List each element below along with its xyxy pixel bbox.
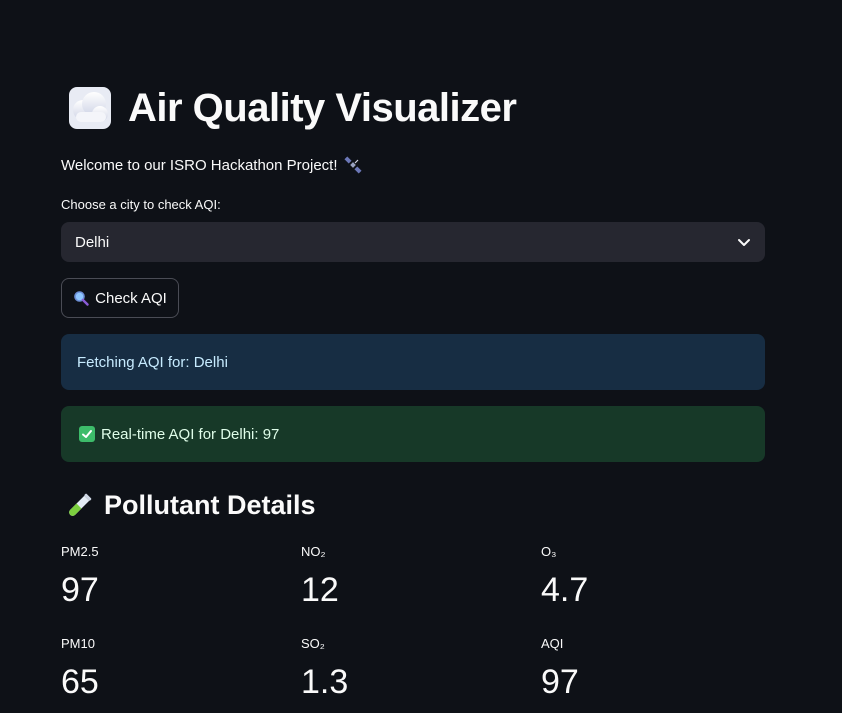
metric-label: AQI (541, 636, 564, 651)
satellite-icon (343, 156, 362, 174)
metric-label: PM10 (61, 636, 95, 651)
metric-label: SO₂ (301, 636, 325, 651)
pollutant-details-title: Pollutant Details (104, 490, 316, 520)
metric-value: 1.3 (301, 663, 349, 701)
metric-value: 97 (541, 663, 579, 701)
magnifier-icon (73, 290, 89, 306)
metric-value: 4.7 (541, 571, 589, 609)
metric-o3: O₃ 4.7 (541, 544, 761, 610)
metric-pm25: PM2.5 97 (61, 544, 281, 610)
success-alert: Real-time AQI for Delhi: 97 (61, 406, 765, 462)
info-alert: Fetching AQI for: Delhi (61, 334, 765, 390)
metric-value: 97 (61, 571, 99, 609)
test-tube-icon (64, 491, 94, 521)
page-title: Air Quality Visualizer (128, 85, 517, 130)
metric-value: 65 (61, 663, 99, 701)
chevron-down-icon (737, 235, 751, 249)
welcome-text-row: Welcome to our ISRO Hackathon Project! (61, 156, 362, 174)
city-select-value: Delhi (75, 233, 110, 251)
success-alert-text: Real-time AQI for Delhi: 97 (101, 425, 280, 443)
metric-label: PM2.5 (61, 544, 99, 559)
pollutant-header-row: Pollutant Details (64, 490, 316, 521)
metric-label: NO₂ (301, 544, 326, 559)
metric-pm10: PM10 65 (61, 636, 281, 702)
metric-no2: NO₂ 12 (301, 544, 521, 610)
app-page: Air Quality Visualizer Welcome to our IS… (0, 0, 842, 713)
info-alert-text: Fetching AQI for: Delhi (77, 353, 228, 371)
title-row: Air Quality Visualizer (66, 84, 517, 132)
metric-value: 12 (301, 571, 339, 609)
metric-so2: SO₂ 1.3 (301, 636, 521, 702)
city-select[interactable]: Delhi (61, 222, 765, 262)
check-aqi-button-label: Check AQI (95, 289, 167, 307)
cloud-icon (66, 84, 114, 132)
metric-aqi: AQI 97 (541, 636, 761, 702)
city-select-label: Choose a city to check AQI: (61, 197, 221, 212)
welcome-text: Welcome to our ISRO Hackathon Project! (61, 156, 338, 174)
metric-label: O₃ (541, 544, 557, 559)
check-aqi-button[interactable]: Check AQI (61, 278, 179, 318)
check-mark-icon (79, 426, 95, 442)
